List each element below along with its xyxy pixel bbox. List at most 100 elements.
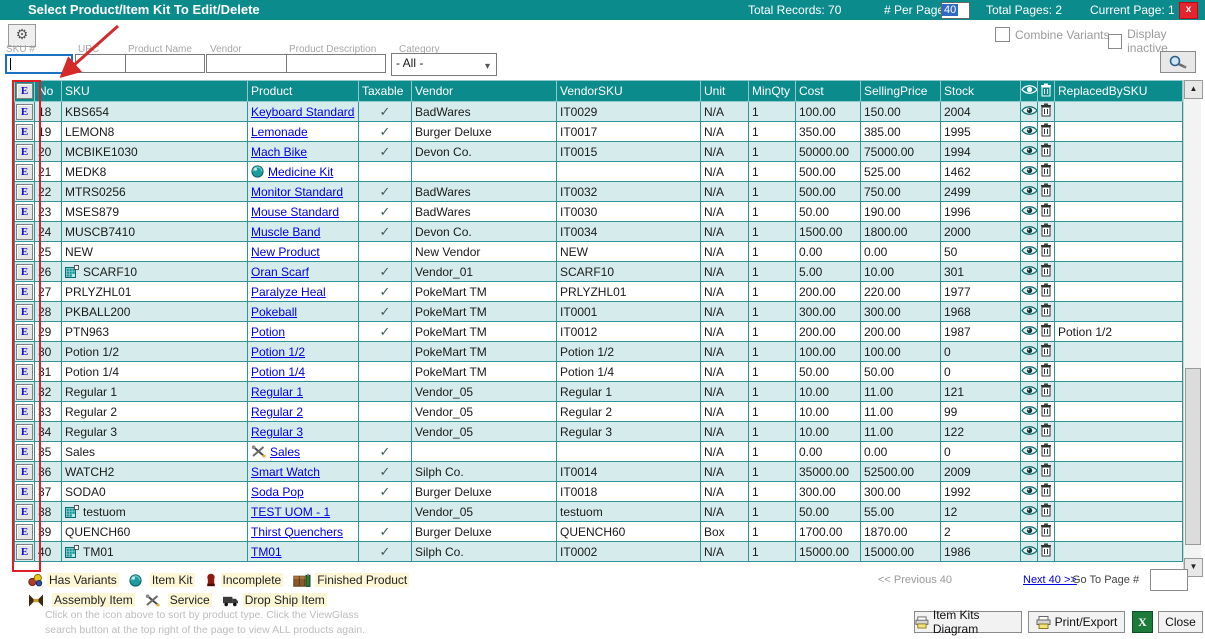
column-header-cost[interactable]: Cost [796,81,861,102]
per-page-input[interactable]: 40 [941,2,970,19]
scroll-up-button[interactable]: ▲ [1184,80,1203,99]
column-header-no[interactable]: No [35,81,62,102]
delete-row-cell[interactable] [1038,162,1055,182]
edit-icon[interactable]: E [16,124,33,140]
delete-row-cell[interactable] [1038,442,1055,462]
edit-row-cell[interactable]: E [15,322,35,342]
delete-row-cell[interactable] [1038,182,1055,202]
view-row-cell[interactable] [1021,522,1038,542]
edit-icon[interactable]: E [16,284,33,300]
column-header-view[interactable] [1021,81,1038,102]
product-link[interactable]: Smart Watch [251,465,320,479]
product-link[interactable]: Mouse Standard [251,205,339,219]
edit-icon[interactable]: E [16,384,33,400]
edit-row-cell[interactable]: E [15,482,35,502]
view-row-cell[interactable] [1021,382,1038,402]
view-row-cell[interactable] [1021,362,1038,382]
view-row-cell[interactable] [1021,342,1038,362]
product-link[interactable]: Muscle Band [251,225,320,239]
vendor-search-input[interactable] [206,54,288,73]
legend-item-has-variants[interactable]: Has Variants [28,573,119,587]
edit-row-cell[interactable]: E [15,462,35,482]
view-row-cell[interactable] [1021,462,1038,482]
edit-icon[interactable]: E [16,464,33,480]
edit-row-cell[interactable]: E [15,182,35,202]
edit-row-cell[interactable]: E [15,162,35,182]
edit-icon[interactable]: E [16,524,33,540]
column-header-unit[interactable]: Unit [701,81,749,102]
delete-row-cell[interactable] [1038,302,1055,322]
view-row-cell[interactable] [1021,402,1038,422]
product-description-search-input[interactable] [286,54,386,73]
view-row-cell[interactable] [1021,442,1038,462]
column-header-sku[interactable]: SKU [62,81,248,102]
edit-icon[interactable]: E [16,544,33,560]
view-row-cell[interactable] [1021,482,1038,502]
delete-row-cell[interactable] [1038,502,1055,522]
delete-row-cell[interactable] [1038,402,1055,422]
next-page-link[interactable]: Next 40 >> [1023,574,1077,586]
combine-variants-checkbox[interactable]: Combine Variants [995,27,1110,42]
edit-icon[interactable]: E [16,164,33,180]
edit-icon[interactable]: E [16,324,33,340]
view-row-cell[interactable] [1021,242,1038,262]
edit-row-cell[interactable]: E [15,102,35,122]
delete-row-cell[interactable] [1038,322,1055,342]
edit-icon[interactable]: E [16,504,33,520]
edit-row-cell[interactable]: E [15,502,35,522]
column-header-edit[interactable]: E [15,81,35,102]
edit-icon[interactable]: E [16,224,33,240]
edit-row-cell[interactable]: E [15,342,35,362]
legend-item-drop-ship-item[interactable]: Drop Ship Item [222,593,327,607]
product-link[interactable]: Potion 1/2 [251,345,305,359]
category-select[interactable]: - All - ▾ [391,53,497,76]
edit-icon[interactable]: E [16,344,33,360]
column-header-delete[interactable] [1038,81,1055,102]
edit-row-cell[interactable]: E [15,302,35,322]
delete-row-cell[interactable] [1038,282,1055,302]
view-row-cell[interactable] [1021,122,1038,142]
edit-row-cell[interactable]: E [15,442,35,462]
product-link[interactable]: Potion 1/4 [251,365,305,379]
upc-search-input[interactable] [75,54,126,73]
product-link[interactable]: Regular 1 [251,385,303,399]
edit-icon[interactable]: E [16,364,33,380]
delete-row-cell[interactable] [1038,202,1055,222]
edit-row-cell[interactable]: E [15,422,35,442]
delete-row-cell[interactable] [1038,242,1055,262]
product-link[interactable]: Lemonade [251,125,308,139]
product-link[interactable]: TEST UOM - 1 [251,505,330,519]
product-link[interactable]: Regular 2 [251,405,303,419]
view-row-cell[interactable] [1021,102,1038,122]
product-link[interactable]: Thirst Quenchers [251,525,343,539]
sku-search-input[interactable] [5,54,73,74]
edit-icon[interactable]: E [16,144,33,160]
edit-row-cell[interactable]: E [15,222,35,242]
edit-icon[interactable]: E [16,244,33,260]
product-link[interactable]: Monitor Standard [251,185,343,199]
edit-icon[interactable]: E [16,444,33,460]
delete-row-cell[interactable] [1038,362,1055,382]
edit-icon[interactable]: E [16,424,33,440]
view-row-cell[interactable] [1021,422,1038,442]
view-row-cell[interactable] [1021,262,1038,282]
view-row-cell[interactable] [1021,322,1038,342]
edit-icon[interactable]: E [16,83,33,99]
product-link[interactable]: TM01 [251,545,282,559]
delete-row-cell[interactable] [1038,142,1055,162]
legend-item-assembly-item[interactable]: Assembly Item [28,593,135,607]
product-link[interactable]: Regular 3 [251,425,303,439]
delete-row-cell[interactable] [1038,122,1055,142]
view-row-cell[interactable] [1021,542,1038,562]
product-link[interactable]: Oran Scarf [251,265,309,279]
product-link[interactable]: Mach Bike [251,145,307,159]
column-header-product[interactable]: Product [248,81,359,102]
print-export-button[interactable]: Print/Export [1028,611,1125,633]
product-link[interactable]: Keyboard Standard [251,105,354,119]
view-row-cell[interactable] [1021,142,1038,162]
view-row-cell[interactable] [1021,302,1038,322]
column-header-vendor[interactable]: Vendor [412,81,557,102]
product-link[interactable]: Medicine Kit [268,165,333,179]
edit-row-cell[interactable]: E [15,262,35,282]
close-button[interactable]: Close [1158,611,1203,633]
